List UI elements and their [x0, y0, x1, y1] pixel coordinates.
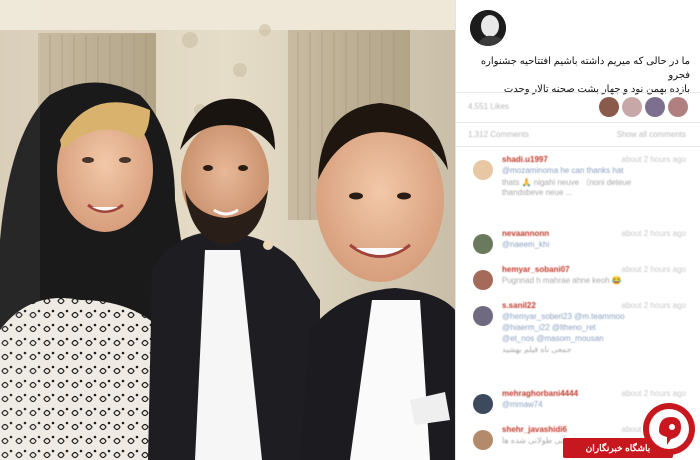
- comment-time: about 2 hours ago: [621, 229, 687, 238]
- comments-row: 1,312 Comments Show all comments: [456, 126, 700, 144]
- liker-avatar[interactable]: [599, 97, 619, 117]
- comment-username[interactable]: shehr_javashidi6: [502, 425, 567, 434]
- comment-item: nevaannonn about 2 hours ago @naeem_khi: [456, 228, 700, 254]
- caption-line-1: ما در حالی که میریم داشته باشیم افتتاحیه…: [480, 56, 690, 81]
- liker-avatar[interactable]: [622, 97, 642, 117]
- comment-item: s.sanil22 about 2 hours ago @hemyar_sobe…: [456, 300, 700, 370]
- comments-count: 1,312 Comments: [468, 130, 529, 139]
- comment-text: جمعی ناه فیلم بهشید: [502, 345, 572, 354]
- comment-username[interactable]: nevaannonn: [502, 229, 549, 238]
- comment-username[interactable]: hemyar_sobani07: [502, 265, 570, 274]
- comment-avatar[interactable]: [473, 234, 493, 254]
- comment-text: @naeem_khi: [502, 240, 550, 249]
- divider: [456, 122, 700, 123]
- comment-time: about 2 hours ago: [621, 155, 687, 164]
- comment-time: about 2 hours ago: [621, 265, 687, 274]
- divider: [456, 146, 700, 147]
- comment-text: @et_nos @masom_mousan: [502, 334, 604, 343]
- instagram-post-screenshot: ما در حالی که میریم داشته باشیم افتتاحیه…: [0, 0, 700, 460]
- comment-time: about 2 hours ago: [621, 301, 687, 310]
- comment-item: shadi.u1997 about 2 hours ago @mozaminom…: [456, 154, 700, 210]
- comment-text: thandsbeve neue ...: [502, 188, 573, 197]
- comment-username[interactable]: mehraghorbani4444: [502, 389, 578, 398]
- comment-item: hemyar_sobani07 about 2 hours ago Pugnna…: [456, 264, 700, 290]
- comment-avatar[interactable]: [473, 430, 493, 450]
- comment-avatar[interactable]: [473, 160, 493, 180]
- post-header: ما در حالی که میریم داشته باشیم افتتاحیه…: [456, 0, 700, 95]
- comment-avatar[interactable]: [473, 394, 493, 414]
- comment-text: @mmaw74: [502, 400, 543, 409]
- post-photo: [0, 0, 455, 460]
- liker-avatar[interactable]: [668, 97, 688, 117]
- comment-avatar[interactable]: [473, 306, 493, 326]
- comment-username[interactable]: shadi.u1997: [502, 155, 548, 164]
- comment-text: Pugnnad h mahrae ahne keoh 😂: [502, 276, 622, 285]
- post-sidebar: ما در حالی که میریم داشته باشیم افتتاحیه…: [456, 0, 700, 460]
- comment-time: about 2 hours ago: [621, 389, 687, 398]
- comment-text: آبی طولانی شده ها: [502, 436, 566, 445]
- comment-text: thats 🙏 nigahi neuve （noni deteue: [502, 178, 632, 187]
- likes-row[interactable]: 4,551 Likes: [456, 94, 700, 120]
- comment-username[interactable]: s.sanil22: [502, 301, 536, 310]
- show-all-comments-link[interactable]: Show all comments: [617, 130, 686, 139]
- comment-avatar[interactable]: [473, 270, 493, 290]
- watermark-logo-icon: [641, 401, 697, 457]
- comment-text: @mozaminoma he can thanks hat: [502, 166, 624, 175]
- liker-avatar[interactable]: [645, 97, 665, 117]
- comment-text: @hemyar_soberi23 @m.teammoo: [502, 312, 625, 321]
- likes-count[interactable]: 4,551 Likes: [468, 102, 509, 111]
- comment-text: @hiaerm_i22 @ltheno_ret: [502, 323, 596, 332]
- divider: [456, 92, 700, 93]
- post-caption: ما در حالی که میریم داشته باشیم افتتاحیه…: [466, 55, 690, 97]
- profile-avatar[interactable]: [470, 10, 506, 46]
